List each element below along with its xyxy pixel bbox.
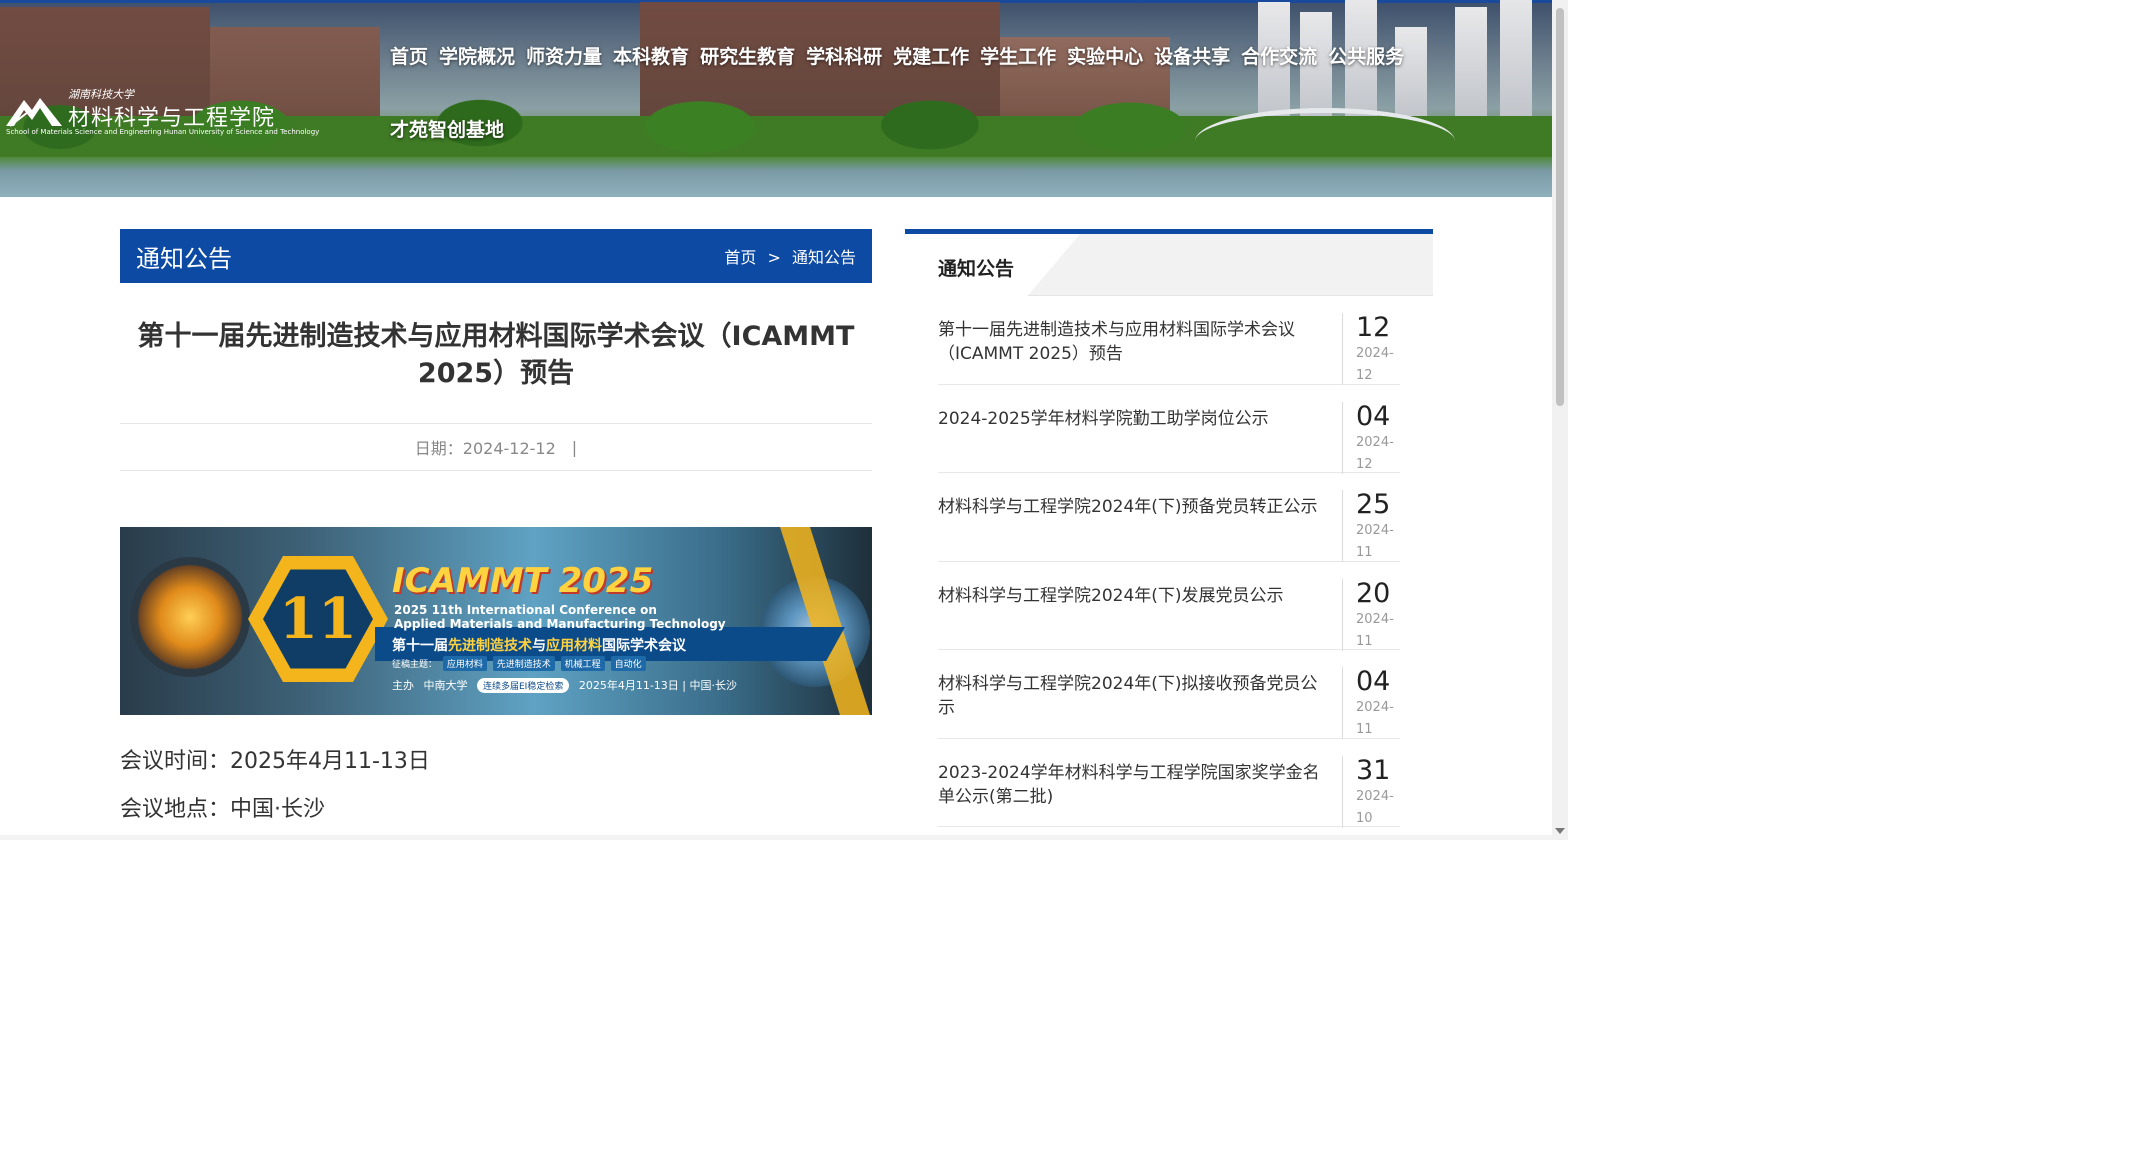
banner-topics-label: 征稿主题：: [392, 660, 438, 670]
banner-title: ICAMMT 2025: [392, 561, 654, 601]
banner-topic-tag: 机械工程: [560, 656, 605, 671]
conference-time-label: 会议时间：: [120, 749, 231, 774]
scrollbar-thumb[interactable]: [1556, 8, 1564, 406]
banner-edition-number: 11: [279, 586, 357, 652]
page-bottom-edge: [0, 835, 1552, 840]
notice-day: 04: [1356, 666, 1391, 697]
notice-date: 04 2024-12: [1342, 400, 1400, 474]
notice-title-link[interactable]: 材料科学与工程学院2024年(下)发展党员公示: [938, 584, 1330, 608]
notice-list: 第十一届先进制造技术与应用材料国际学术会议（ICAMMT 2025）预告 12 …: [938, 296, 1400, 828]
nav-item-lab-center[interactable]: 实验中心: [1063, 42, 1147, 69]
banner-topics: 征稿主题： 应用材料 先进制造技术 机械工程 自动化: [392, 656, 646, 671]
nav-item-equipment[interactable]: 设备共享: [1150, 42, 1234, 69]
banner-host-label: 主办: [392, 679, 414, 692]
notice-year-month: 2024-11: [1356, 523, 1394, 560]
list-item[interactable]: 2024-2025学年材料学院勤工助学岗位公示 04 2024-12: [938, 385, 1400, 474]
notice-year-month: 2024-11: [1356, 700, 1394, 737]
notice-title-link[interactable]: 材料科学与工程学院2024年(下)预备党员转正公示: [938, 495, 1330, 519]
conference-time: 会议时间：2025年4月11-13日: [120, 743, 872, 775]
nav-item-about[interactable]: 学院概况: [435, 42, 519, 69]
notice-date: 31 2024-10: [1342, 754, 1400, 828]
page-scrollbar[interactable]: [1552, 0, 1568, 840]
sidebar-title: 通知公告: [938, 258, 1015, 280]
breadcrumb-separator: >: [767, 248, 781, 267]
banner-cn-mid: 与: [532, 638, 546, 654]
conference-time-value: 2025年4月11-13日: [230, 749, 430, 774]
conference-banner-image: 11 ICAMMT 2025 2025 11th International C…: [120, 527, 872, 715]
nav-item-innovation-base[interactable]: 才苑智创基地: [386, 115, 508, 142]
notice-year-month: 2024-11: [1356, 611, 1394, 649]
nav-item-faculty[interactable]: 师资力量: [522, 42, 606, 69]
nav-item-students[interactable]: 学生工作: [976, 42, 1060, 69]
mountain-logo-icon: [6, 98, 62, 127]
banner-topic-tag: 应用材料: [442, 656, 487, 671]
notice-title-link[interactable]: 2023-2024学年材料科学与工程学院国家奖学金名单公示(第二批): [938, 761, 1330, 809]
banner-date-place: 2025年4月11-13日 | 中国·长沙: [578, 679, 737, 692]
sidebar-notices: 通知公告 第十一届先进制造技术与应用材料国际学术会议（ICAMMT 2025）预…: [905, 229, 1433, 828]
conference-place: 会议地点：中国·长沙: [120, 791, 872, 823]
section-title: 通知公告: [136, 244, 232, 273]
list-item[interactable]: 材料科学与工程学院2024年(下)发展党员公示 20 2024-11: [938, 562, 1400, 651]
banner-gear-graphic: [130, 557, 250, 677]
nav-item-cooperation[interactable]: 合作交流: [1237, 42, 1321, 69]
notice-title-link[interactable]: 材料科学与工程学院2024年(下)拟接收预备党员公示: [938, 672, 1330, 720]
conference-place-label: 会议地点：: [120, 797, 231, 822]
banner-host-line: 主办 中南大学 连续多届EI稳定检索 2025年4月11-13日 | 中国·长沙: [392, 677, 737, 693]
notice-day: 12: [1356, 312, 1391, 343]
sidebar-header: 通知公告: [905, 234, 1433, 296]
banner-english-line-2: Applied Materials and Manufacturing Tech…: [394, 617, 726, 631]
notice-day: 04: [1356, 400, 1391, 432]
notice-date: 12 2024-12: [1342, 313, 1400, 385]
notice-title-link[interactable]: 第十一届先进制造技术与应用材料国际学术会议（ICAMMT 2025）预告: [938, 318, 1330, 366]
list-item[interactable]: 第十一届先进制造技术与应用材料国际学术会议（ICAMMT 2025）预告 12 …: [938, 296, 1400, 385]
banner-ei-note: 连续多届EI稳定检索: [477, 678, 570, 693]
banner-cn-highlight: 先进制造技术: [448, 638, 532, 654]
notice-date: 20 2024-11: [1342, 577, 1400, 651]
notice-year-month: 2024-12: [1356, 434, 1394, 472]
breadcrumb-home-link[interactable]: 首页: [724, 248, 756, 267]
banner-lake: [0, 157, 1552, 197]
main-nav: 首页 学院概况 师资力量 本科教育 研究生教育 学科科研 党建工作 学生工作 实…: [386, 42, 1446, 142]
article-date: 日期：2024-12-12: [414, 439, 556, 458]
nav-item-research[interactable]: 学科科研: [802, 42, 886, 69]
notice-title-link[interactable]: 2024-2025学年材料学院勤工助学岗位公示: [938, 407, 1330, 431]
article-meta: 日期：2024-12-12 |: [120, 423, 872, 471]
college-name-en: School of Materials Science and Engineer…: [6, 128, 320, 136]
meta-divider: |: [571, 437, 578, 457]
article-title: 第十一届先进制造技术与应用材料国际学术会议（ICAMMT 2025）预告: [137, 321, 855, 389]
banner-topic-tag: 自动化: [610, 656, 646, 671]
banner-topic-tag: 先进制造技术: [492, 656, 555, 671]
nav-item-party[interactable]: 党建工作: [889, 42, 973, 69]
banner-cn-highlight: 应用材料: [546, 638, 602, 654]
notice-day: 25: [1356, 489, 1391, 520]
nav-item-graduate[interactable]: 研究生教育: [696, 42, 799, 69]
list-item[interactable]: 材料科学与工程学院2024年(下)拟接收预备党员公示 04 2024-11: [938, 650, 1400, 739]
banner-cn-prefix: 第十一届: [392, 638, 448, 654]
nav-item-public-service[interactable]: 公共服务: [1324, 42, 1408, 69]
section-header-bar: 通知公告 首页 > 通知公告: [120, 229, 872, 283]
scroll-down-arrow-icon[interactable]: [1555, 828, 1565, 834]
breadcrumb-current-link[interactable]: 通知公告: [792, 248, 856, 267]
nav-item-undergraduate[interactable]: 本科教育: [609, 42, 693, 69]
conference-place-value: 中国·长沙: [230, 797, 326, 822]
list-item[interactable]: 2023-2024学年材料科学与工程学院国家奖学金名单公示(第二批) 31 20…: [938, 739, 1400, 828]
banner-host-name: 中南大学: [423, 679, 468, 692]
notice-year-month: 2024-12: [1356, 346, 1394, 383]
banner-english-line-1: 2025 11th International Conference on: [394, 603, 657, 617]
banner-chinese-title: 第十一届先进制造技术与应用材料国际学术会议: [392, 635, 686, 655]
header-banner: 湖南科技大学 材料科学与工程学院 School of Materials Sci…: [0, 0, 1552, 197]
banner-cn-suffix: 国际学术会议: [602, 638, 686, 654]
nav-item-home[interactable]: 首页: [386, 42, 432, 69]
notice-year-month: 2024-10: [1356, 788, 1394, 826]
notice-day: 20: [1356, 577, 1391, 609]
notice-date: 04 2024-11: [1342, 667, 1400, 739]
list-item[interactable]: 材料科学与工程学院2024年(下)预备党员转正公示 25 2024-11: [938, 473, 1400, 562]
breadcrumb: 首页 > 通知公告: [724, 244, 856, 268]
notice-day: 31: [1356, 754, 1391, 786]
notice-date: 25 2024-11: [1342, 490, 1400, 562]
college-logo[interactable]: 湖南科技大学 材料科学与工程学院 School of Materials Sci…: [6, 86, 319, 142]
